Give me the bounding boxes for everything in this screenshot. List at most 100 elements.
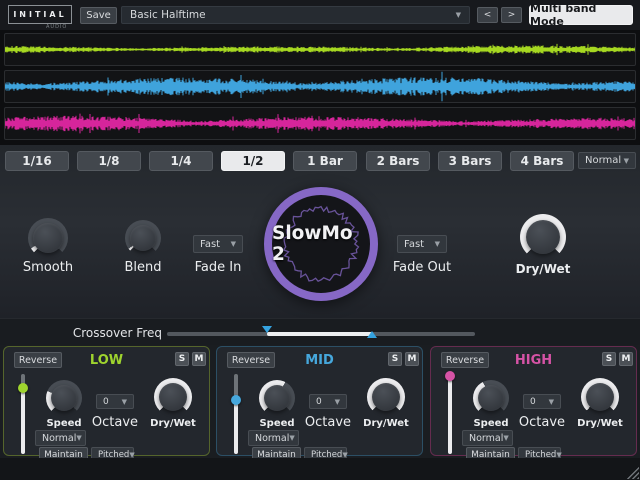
fade-in-label: Fade In [178, 260, 258, 275]
crossover-low-handle[interactable] [262, 326, 272, 333]
crossover-active-range [267, 332, 372, 336]
rate-button-4bars[interactable]: 4 Bars [510, 151, 574, 171]
knob-face [264, 385, 290, 411]
band-mode-value: Normal [469, 433, 503, 444]
band-dry-wet-knob[interactable] [154, 378, 192, 416]
band-dry-wet-knob[interactable] [367, 378, 405, 416]
slider-handle[interactable] [231, 395, 241, 405]
blend-label: Blend [103, 260, 183, 275]
knob-face [51, 385, 77, 411]
chevron-down-icon: ▼ [624, 157, 629, 165]
band-level-slider[interactable] [17, 374, 28, 454]
band-mid-panel: Reverse MID S M Speed 0 ▼ Octave Dry/Wet… [216, 346, 423, 456]
fade-out-label: Fade Out [382, 260, 462, 275]
band-mode-value: Normal [42, 433, 76, 444]
slider-track [234, 374, 238, 454]
knob-face [526, 220, 560, 254]
prev-preset-button[interactable]: < [477, 7, 498, 23]
rate-button-1-4[interactable]: 1/4 [149, 151, 213, 171]
solo-button[interactable]: S [602, 352, 616, 366]
octave-value: 0 [530, 397, 536, 407]
octave-value: 0 [316, 397, 322, 407]
fade-in-value: Fast [200, 239, 220, 250]
rate-button-1-8[interactable]: 1/8 [77, 151, 141, 171]
knob-face [159, 383, 187, 411]
crossover-high-handle[interactable] [367, 331, 377, 338]
slowmo2-plugin-window: INITIAL AUDIO Save Basic Halftime ▼ < > … [0, 0, 640, 480]
solo-button[interactable]: S [388, 352, 402, 366]
chevron-down-icon: ▼ [122, 398, 127, 406]
band-mode-value: Normal [255, 433, 289, 444]
smooth-label: Smooth [8, 260, 88, 275]
fade-in-dropdown[interactable]: Fast ▼ [193, 235, 243, 253]
initial-audio-logo: INITIAL [8, 5, 72, 24]
octave-dropdown[interactable]: 0 ▼ [523, 394, 561, 409]
plugin-name: SlowMo 2 [272, 195, 370, 293]
slider-track [448, 374, 452, 454]
slowmo-logo-badge[interactable]: SlowMo 2 [264, 187, 378, 301]
blend-knob[interactable] [125, 220, 161, 256]
band-panels: Reverse LOW S M Speed 0 ▼ Octave Dry/Wet… [0, 345, 640, 458]
band-dry-wet-label: Dry/Wet [346, 418, 426, 429]
band-dry-wet-label: Dry/Wet [560, 418, 640, 429]
band-high-panel: Reverse HIGH S M Speed 0 ▼ Octave Dry/We… [430, 346, 637, 456]
preset-name: Basic Halftime [130, 9, 206, 21]
chevron-down-icon: ▼ [549, 398, 554, 406]
chevron-down-icon: ▼ [503, 434, 508, 442]
main-section: 1/16 1/8 1/4 1/2 1 Bar 2 Bars 3 Bars 4 B… [0, 145, 640, 318]
top-bar: INITIAL AUDIO Save Basic Halftime ▼ < > … [0, 0, 640, 30]
solo-button[interactable]: S [175, 352, 189, 366]
rate-button-1bar[interactable]: 1 Bar [293, 151, 357, 171]
band-dry-wet-label: Dry/Wet [133, 418, 213, 429]
fade-out-dropdown[interactable]: Fast ▼ [397, 235, 447, 253]
rate-mode-value: Normal [585, 155, 621, 166]
bottom-strip [0, 458, 640, 480]
octave-dropdown[interactable]: 0 ▼ [96, 394, 134, 409]
waveform-display [0, 30, 640, 145]
waveform-lane-high [4, 107, 636, 140]
chevron-down-icon: ▼ [76, 434, 81, 442]
master-dry-wet-label: Dry/Wet [503, 262, 583, 276]
waveform-lane-low [4, 33, 636, 66]
octave-dropdown[interactable]: 0 ▼ [309, 394, 347, 409]
waveform-lane-mid [4, 70, 636, 103]
rate-button-3bars[interactable]: 3 Bars [438, 151, 502, 171]
band-low-panel: Reverse LOW S M Speed 0 ▼ Octave Dry/Wet… [3, 346, 210, 456]
mute-button[interactable]: M [619, 352, 633, 366]
band-speed-knob[interactable] [259, 380, 295, 416]
multi-band-mode-button[interactable]: Multi band Mode [529, 5, 633, 25]
preset-dropdown[interactable]: Basic Halftime ▼ [121, 6, 470, 24]
save-button[interactable]: Save [80, 7, 117, 24]
knob-face [130, 225, 156, 251]
slider-handle[interactable] [445, 371, 455, 381]
band-mode-dropdown[interactable]: Normal ▼ [248, 430, 299, 446]
band-level-slider[interactable] [444, 374, 455, 454]
rate-button-2bars[interactable]: 2 Bars [366, 151, 430, 171]
rate-mode-dropdown[interactable]: Normal ▼ [578, 152, 636, 169]
knob-face [33, 223, 63, 253]
next-preset-button[interactable]: > [501, 7, 522, 23]
mute-button[interactable]: M [405, 352, 419, 366]
rate-button-1-16[interactable]: 1/16 [5, 151, 69, 171]
chevron-down-icon: ▼ [335, 398, 340, 406]
crossover-slider[interactable] [167, 332, 475, 336]
band-speed-knob[interactable] [473, 380, 509, 416]
knob-face [478, 385, 504, 411]
band-speed-knob[interactable] [46, 380, 82, 416]
slider-handle[interactable] [18, 383, 28, 393]
octave-value: 0 [103, 397, 109, 407]
mute-button[interactable]: M [192, 352, 206, 366]
chevron-down-icon: ▼ [456, 11, 461, 19]
band-dry-wet-knob[interactable] [581, 378, 619, 416]
fade-out-value: Fast [404, 239, 424, 250]
crossover-section: Crossover Freq [0, 318, 640, 345]
rate-button-1-2[interactable]: 1/2 [221, 151, 285, 171]
master-dry-wet-knob[interactable] [520, 214, 566, 260]
smooth-knob[interactable] [28, 218, 68, 258]
chevron-down-icon: ▼ [289, 434, 294, 442]
crossover-label: Crossover Freq [0, 326, 162, 340]
band-mode-dropdown[interactable]: Normal ▼ [35, 430, 86, 446]
band-mode-dropdown[interactable]: Normal ▼ [462, 430, 513, 446]
band-level-slider[interactable] [230, 374, 241, 454]
chevron-down-icon: ▼ [435, 240, 440, 248]
